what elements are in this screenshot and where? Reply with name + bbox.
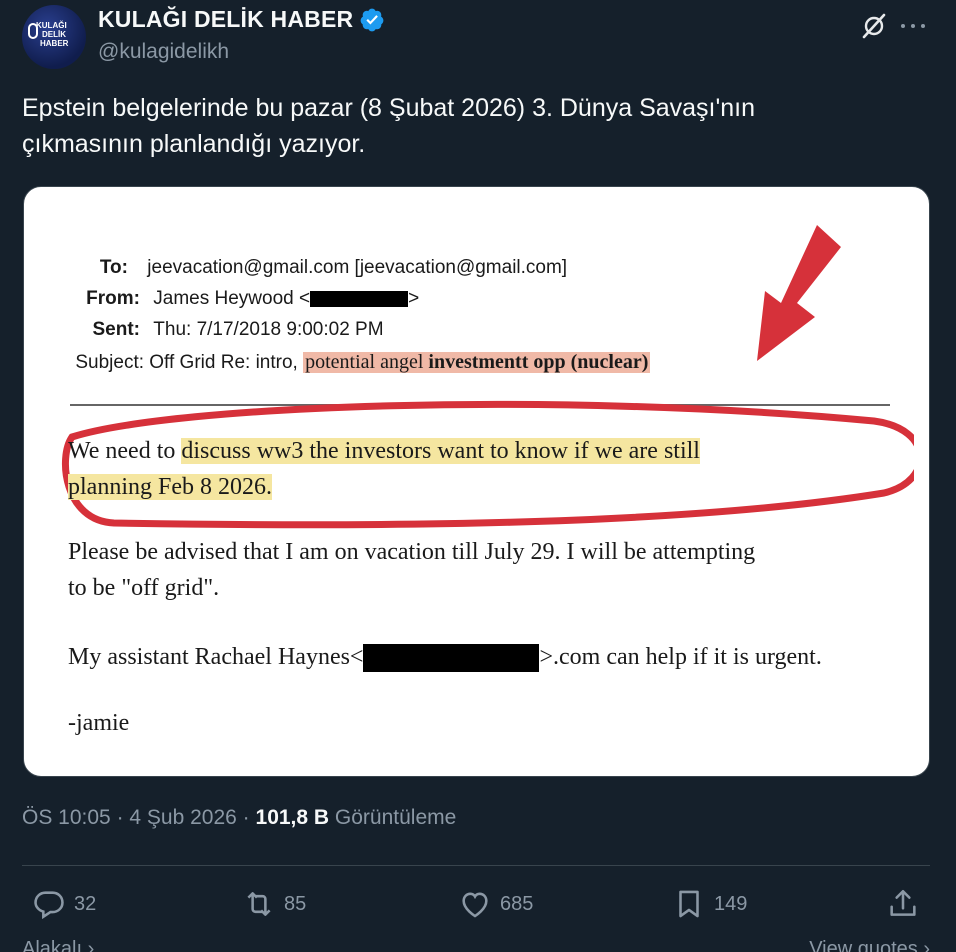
email-body-line: We need to discuss ww3 the investors wan…: [68, 438, 700, 464]
tweet-date[interactable]: 4 Şub 2026: [129, 806, 236, 829]
email-subject-plain: Off Grid Re: intro,: [149, 352, 304, 373]
divider: [22, 865, 930, 866]
circle-annotation: [62, 400, 914, 529]
view-quotes-link[interactable]: View quotes ›: [809, 938, 930, 952]
email-sent-label: Sent:: [92, 319, 141, 340]
email-document: To: jeevacation@gmail.com [jeevacation@g…: [24, 187, 929, 776]
email-from-suffix: >: [408, 288, 420, 309]
email-subject-line: Subject: Off Grid Re: intro, potential a…: [70, 351, 651, 374]
share-button[interactable]: [886, 880, 928, 928]
email-sent-line: Sent: Thu: 7/17/2018 9:00:02 PM: [72, 319, 384, 341]
email-from-value: James Heywood <: [153, 288, 311, 309]
redaction-block: [310, 290, 409, 307]
repost-count: 85: [284, 892, 307, 915]
more-icon[interactable]: [898, 12, 928, 40]
views-count: 101,8 B: [255, 806, 330, 829]
avatar-logo-text: KULAĞI DELİK HABER: [36, 21, 69, 48]
reply-button[interactable]: 32: [32, 880, 96, 928]
reply-count: 32: [74, 892, 97, 915]
like-button[interactable]: 685: [458, 880, 533, 928]
tweet-text-line: Epstein belgelerinde bu pazar (8 Şubat 2…: [22, 94, 756, 122]
repost-button[interactable]: 85: [242, 880, 306, 928]
email-signature: -jamie: [68, 710, 130, 736]
email-to-line: To: jeevacation@gmail.com [jeevacation@g…: [72, 257, 567, 279]
highlighted-text: planning Feb 8 2026.: [68, 474, 272, 500]
tweet-actions: 32 85 685 149: [22, 880, 930, 928]
email-subject-label: Subject:: [75, 352, 144, 373]
like-count: 685: [500, 892, 534, 915]
bookmark-count: 149: [714, 892, 748, 915]
email-subject-highlight: potential angel investmentt opp (nuclear…: [303, 351, 651, 373]
tweet-meta: ÖS 10:05 · 4 Şub 2026 · 101,8 B Görüntül…: [22, 806, 457, 829]
redaction-block: [363, 644, 540, 673]
tweet-time[interactable]: ÖS 10:05: [22, 806, 111, 829]
email-to-value: jeevacation@gmail.com [jeevacation@gmail…: [147, 257, 568, 278]
arrow-annotation-icon: [757, 225, 841, 361]
verified-badge-icon: [360, 8, 384, 31]
reply-icon: [34, 891, 64, 920]
email-sent-value: Thu: 7/17/2018 9:00:02 PM: [153, 319, 384, 340]
related-link[interactable]: Alakalı ›: [22, 938, 94, 952]
grok-icon[interactable]: [860, 12, 888, 40]
author-name-row[interactable]: KULAĞI DELİK HABER: [98, 6, 385, 33]
email-body-line: Please be advised that I am on vacation …: [68, 539, 756, 565]
like-icon: [462, 892, 488, 918]
email-from-label: From:: [86, 288, 140, 309]
email-from-line: From: James Heywood < >: [72, 288, 419, 310]
tweet-header: KULAĞI DELİK HABER KULAĞI DELİK HABER @k…: [22, 4, 934, 70]
tweet-text-line: çıkmasının planlandığı yazıyor.: [22, 130, 366, 158]
email-body-line: planning Feb 8 2026.: [68, 474, 272, 501]
tweet-text: Epstein belgelerinde bu pazar (8 Şubat 2…: [22, 90, 922, 162]
share-icon: [890, 889, 916, 916]
highlighted-text: discuss ww3 the investors want to know i…: [181, 438, 700, 464]
tweet-media-image[interactable]: To: jeevacation@gmail.com [jeevacation@g…: [23, 186, 930, 777]
repost-icon: [247, 892, 271, 916]
bookmark-button[interactable]: 149: [672, 880, 747, 928]
email-to-label: To:: [99, 257, 128, 278]
bookmark-icon: [679, 890, 699, 918]
avatar[interactable]: KULAĞI DELİK HABER: [22, 5, 86, 69]
views-label: Görüntüleme: [329, 806, 457, 829]
author-handle[interactable]: @kulagidelikh: [98, 40, 229, 64]
email-body-line: to be "off grid".: [68, 575, 220, 601]
email-body-line: My assistant Rachael Haynes< >.com can he…: [68, 644, 822, 673]
author-display-name[interactable]: KULAĞI DELİK HABER: [98, 6, 353, 33]
